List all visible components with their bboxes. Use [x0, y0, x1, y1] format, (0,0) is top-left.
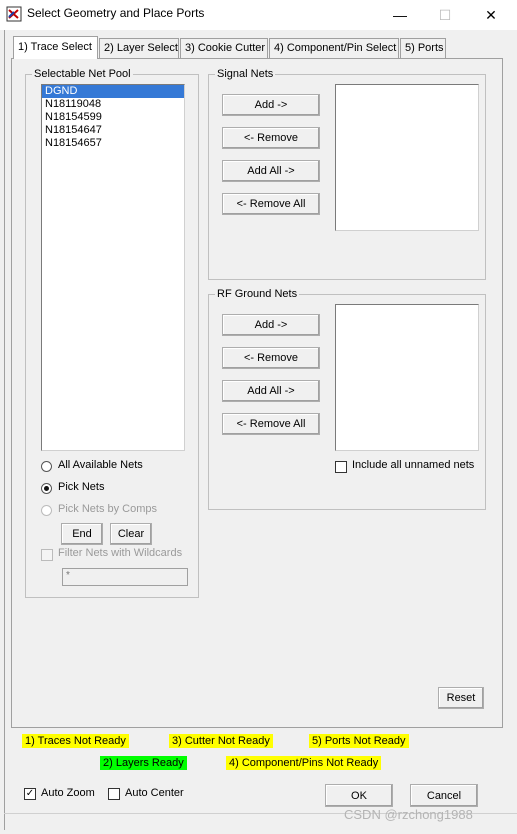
app-icon: [6, 6, 22, 22]
rf-remove-button[interactable]: <- Remove: [222, 347, 320, 369]
window-title: Select Geometry and Place Ports: [27, 6, 205, 20]
end-button[interactable]: End: [61, 523, 103, 545]
minimize-icon[interactable]: —: [377, 0, 423, 30]
status-ports: 5) Ports Not Ready: [309, 734, 409, 748]
signal-nets-list[interactable]: [335, 84, 479, 231]
ok-button[interactable]: OK: [325, 784, 393, 807]
pick-nets-label: Pick Nets: [58, 481, 105, 493]
include-unnamed-nets-checkbox[interactable]: [335, 461, 347, 473]
list-item[interactable]: N18119048: [42, 98, 184, 111]
status-traces: 1) Traces Not Ready: [22, 734, 129, 748]
watermark-text: CSDN @rzchong1988: [344, 807, 473, 822]
close-icon[interactable]: ✕: [468, 0, 514, 30]
signal-add-button[interactable]: Add ->: [222, 94, 320, 116]
filter-wildcards-checkbox: [41, 549, 53, 561]
signal-nets-label: Signal Nets: [215, 68, 276, 80]
title-bar[interactable]: Select Geometry and Place Ports — ☐ ✕: [0, 0, 517, 30]
filter-wildcards-label: Filter Nets with Wildcards: [58, 547, 183, 559]
auto-zoom-checkbox[interactable]: ✓: [24, 788, 36, 800]
tab-cookie-cutter[interactable]: 3) Cookie Cutter: [180, 38, 268, 58]
tab-trace-select[interactable]: 1) Trace Select: [13, 36, 98, 59]
net-pool-list[interactable]: DGND N18119048 N18154599 N18154647 N1815…: [41, 84, 185, 451]
maximize-icon: ☐: [438, 6, 452, 23]
tab-layer-select[interactable]: 2) Layer Select: [99, 38, 179, 58]
pick-nets-radio[interactable]: [41, 483, 52, 494]
rf-remove-all-button[interactable]: <- Remove All: [222, 413, 320, 435]
auto-zoom-label: Auto Zoom: [41, 787, 95, 799]
signal-remove-button[interactable]: <- Remove: [222, 127, 320, 149]
rf-add-all-button[interactable]: Add All ->: [222, 380, 320, 402]
rf-ground-nets-label: RF Ground Nets: [215, 288, 300, 300]
include-unnamed-nets-label: Include all unnamed nets: [352, 459, 475, 471]
signal-add-all-button[interactable]: Add All ->: [222, 160, 320, 182]
tab-component-pin-select[interactable]: 4) Component/Pin Select: [269, 38, 399, 58]
all-available-nets-label: All Available Nets: [58, 459, 143, 471]
status-layers: 2) Layers Ready: [100, 756, 187, 770]
reset-button[interactable]: Reset: [438, 687, 484, 709]
list-item[interactable]: N18154657: [42, 137, 184, 150]
all-available-nets-radio[interactable]: [41, 461, 52, 472]
tab-ports[interactable]: 5) Ports: [400, 38, 446, 58]
net-pool-label: Selectable Net Pool: [32, 68, 133, 80]
pick-nets-by-comps-radio: [41, 505, 52, 516]
list-item[interactable]: DGND: [42, 85, 184, 98]
wildcard-input: *: [62, 568, 188, 586]
status-cutter: 3) Cutter Not Ready: [169, 734, 273, 748]
status-components: 4) Component/Pins Not Ready: [226, 756, 382, 770]
auto-center-checkbox[interactable]: [108, 788, 120, 800]
rf-add-button[interactable]: Add ->: [222, 314, 320, 336]
list-item[interactable]: N18154599: [42, 111, 184, 124]
signal-remove-all-button[interactable]: <- Remove All: [222, 193, 320, 215]
list-item[interactable]: N18154647: [42, 124, 184, 137]
rf-ground-nets-list[interactable]: [335, 304, 479, 451]
clear-button[interactable]: Clear: [110, 523, 152, 545]
auto-center-label: Auto Center: [125, 787, 184, 799]
pick-nets-by-comps-label: Pick Nets by Comps: [58, 503, 158, 515]
cancel-button[interactable]: Cancel: [410, 784, 478, 807]
